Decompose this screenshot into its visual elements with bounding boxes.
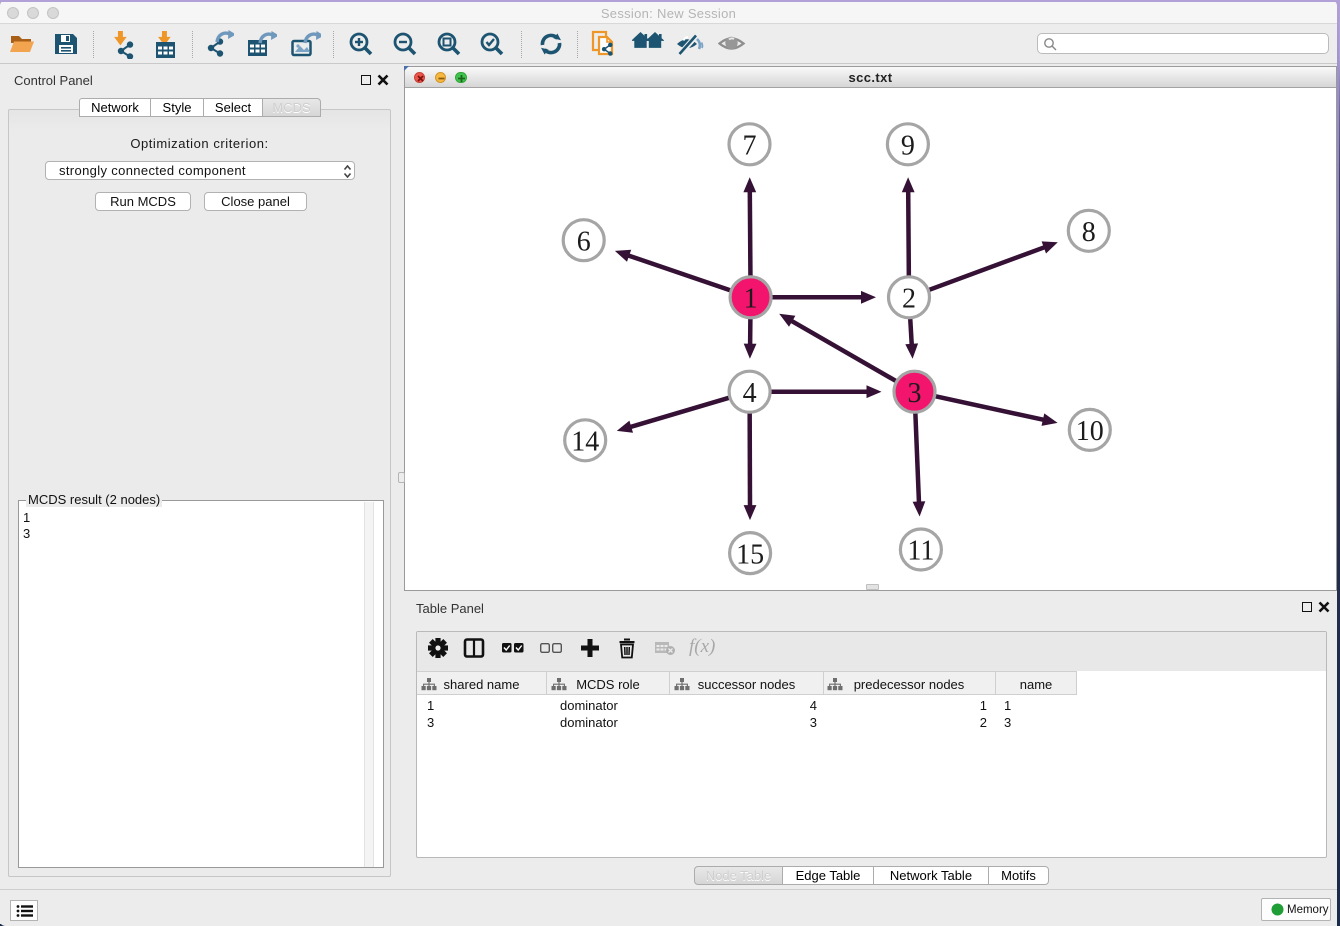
svg-text:1: 1: [744, 284, 758, 315]
svg-text:4: 4: [743, 378, 757, 409]
svg-text:8: 8: [1082, 217, 1096, 248]
svg-text:6: 6: [577, 226, 591, 257]
svg-text:14: 14: [571, 427, 599, 458]
svg-text:3: 3: [908, 378, 922, 409]
svg-text:9: 9: [901, 131, 915, 162]
svg-text:15: 15: [736, 539, 764, 570]
svg-text:2: 2: [902, 284, 916, 315]
svg-text:10: 10: [1076, 416, 1104, 447]
svg-text:7: 7: [743, 131, 757, 162]
svg-text:11: 11: [907, 536, 934, 567]
